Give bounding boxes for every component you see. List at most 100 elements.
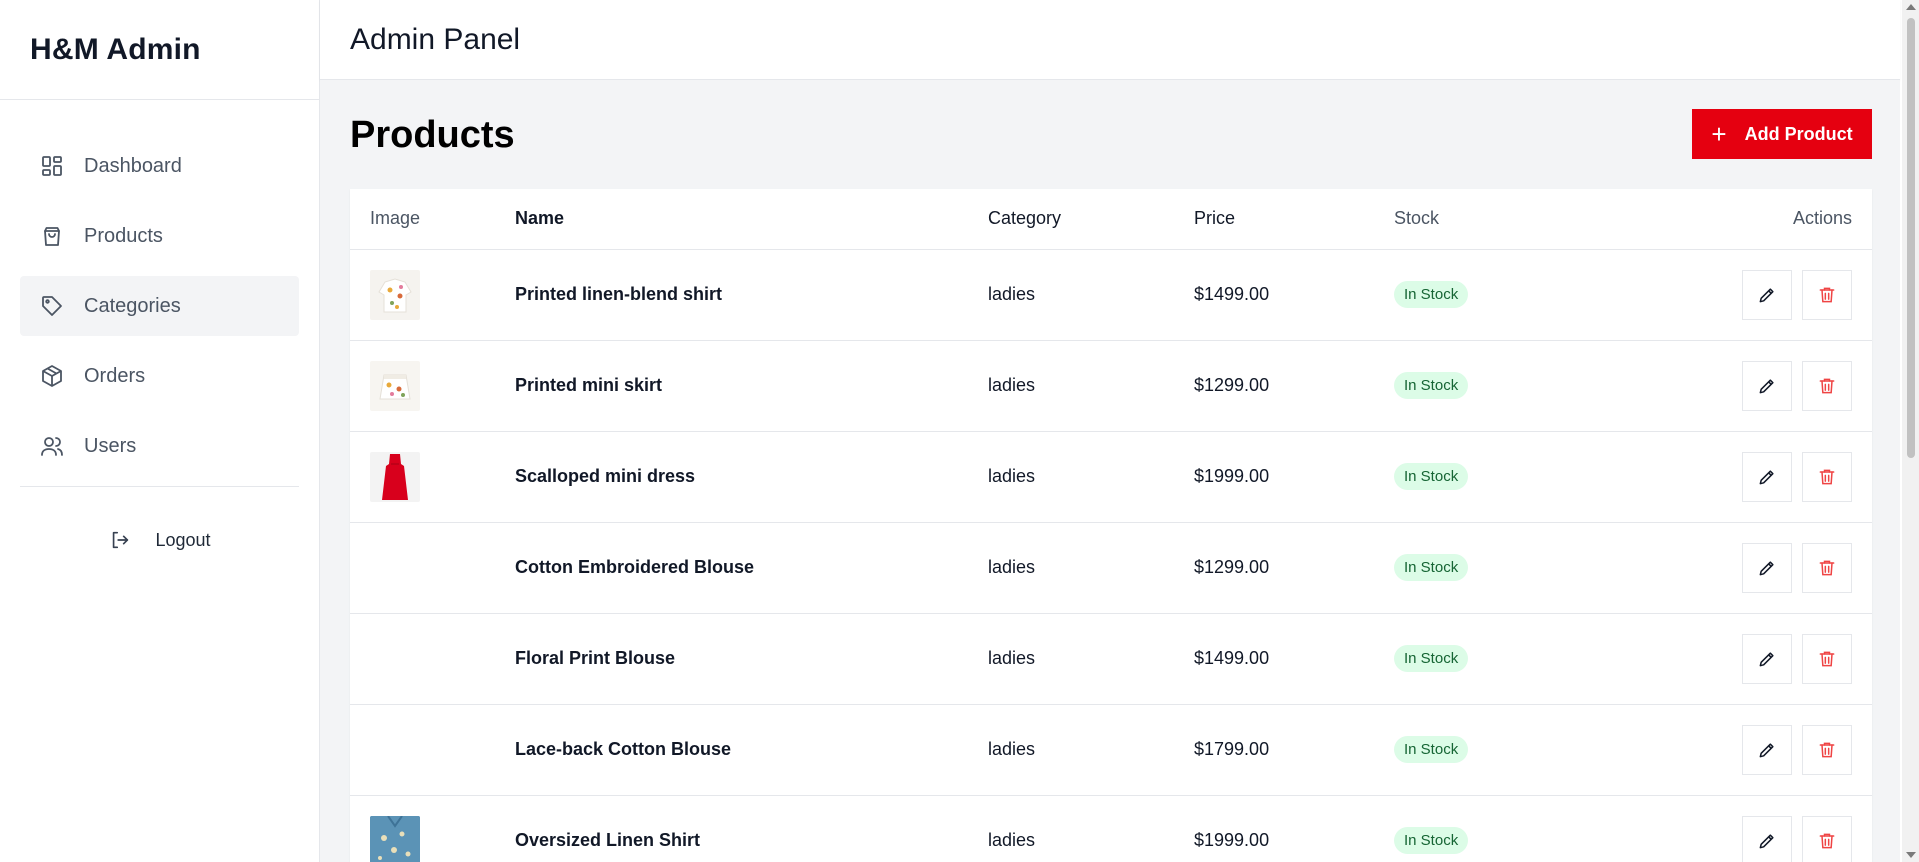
sidebar-item-users[interactable]: Users (20, 416, 299, 476)
stock-badge: In Stock (1394, 645, 1469, 672)
pencil-icon (1759, 469, 1774, 484)
column-header-category: Category (988, 189, 1194, 250)
stock-badge: In Stock (1394, 554, 1469, 581)
column-header-actions: Actions (1644, 189, 1872, 250)
edit-button[interactable] (1742, 269, 1792, 320)
product-price: $1499.00 (1194, 249, 1394, 341)
package-icon (40, 364, 64, 388)
table-row: Cotton Embroidered Blouse ladies $1299.0… (350, 522, 1872, 614)
product-price: $1299.00 (1194, 340, 1394, 432)
sidebar-nav: Dashboard Products Categories Orders Use… (0, 100, 319, 551)
products-table-card: Image Name Category Price Stock Actions (350, 189, 1872, 862)
product-category: ladies (988, 431, 1194, 523)
logout-label: Logout (155, 529, 211, 550)
edit-button[interactable] (1742, 360, 1792, 411)
trash-icon (1819, 560, 1835, 575)
stock-badge: In Stock (1394, 463, 1469, 490)
sidebar-item-label: Users (84, 434, 137, 457)
vertical-scrollbar[interactable] (1902, 0, 1919, 862)
sidebar-item-dashboard[interactable]: Dashboard (20, 136, 299, 196)
edit-button[interactable] (1742, 542, 1792, 593)
product-price: $1999.00 (1194, 795, 1394, 862)
brand: H&M Admin (0, 0, 319, 100)
logout-button[interactable]: Logout (20, 529, 300, 551)
product-name: Floral Print Blouse (515, 613, 988, 705)
product-category: ladies (988, 704, 1194, 796)
sidebar-divider (20, 486, 299, 487)
stock-badge: In Stock (1394, 372, 1469, 399)
sidebar-item-label: Categories (84, 294, 181, 317)
sidebar: H&M Admin Dashboard Products Categories … (0, 0, 320, 862)
scrollbar-thumb[interactable] (1907, 18, 1915, 458)
product-thumbnail (370, 360, 420, 411)
product-name: Cotton Embroidered Blouse (515, 522, 988, 614)
product-category: ladies (988, 613, 1194, 705)
product-thumbnail (370, 451, 420, 502)
sidebar-item-categories[interactable]: Categories (20, 276, 299, 336)
users-icon (40, 434, 64, 458)
table-header-row: Image Name Category Price Stock Actions (350, 189, 1872, 250)
product-category: ladies (988, 249, 1194, 341)
product-price: $1499.00 (1194, 613, 1394, 705)
edit-button[interactable] (1742, 451, 1792, 502)
delete-button[interactable] (1802, 724, 1852, 775)
pencil-icon (1759, 651, 1774, 666)
table-row: Printed mini skirt ladies $1299.00 In St… (350, 340, 1872, 432)
scroll-up-arrow-icon[interactable] (1906, 4, 1916, 10)
trash-icon (1819, 833, 1835, 848)
pencil-icon (1759, 378, 1774, 393)
delete-button[interactable] (1802, 360, 1852, 411)
trash-icon (1819, 287, 1835, 302)
table-row: Printed linen-blend shirt ladies $1499.0… (350, 249, 1872, 341)
delete-button[interactable] (1802, 542, 1852, 593)
trash-icon (1819, 742, 1835, 757)
main-content: Products + Add Product Image Name Catego… (320, 80, 1900, 862)
product-name: Lace-back Cotton Blouse (515, 704, 988, 796)
column-header-price: Price (1194, 189, 1394, 250)
table-row: Lace-back Cotton Blouse ladies $1799.00 … (350, 704, 1872, 796)
table-row: Scalloped mini dress ladies $1999.00 In … (350, 431, 1872, 523)
sidebar-item-label: Dashboard (84, 154, 182, 177)
pencil-icon (1759, 560, 1774, 575)
top-header: Admin Panel (320, 0, 1900, 80)
product-thumbnail (370, 815, 420, 862)
product-thumbnail (370, 725, 420, 775)
table-row: Floral Print Blouse ladies $1499.00 In S… (350, 613, 1872, 705)
product-category: ladies (988, 340, 1194, 432)
delete-button[interactable] (1802, 451, 1852, 502)
delete-button[interactable] (1802, 633, 1852, 684)
delete-button[interactable] (1802, 269, 1852, 320)
pencil-icon (1759, 742, 1774, 757)
sidebar-item-products[interactable]: Products (20, 206, 299, 266)
trash-icon (1819, 651, 1835, 666)
products-table: Image Name Category Price Stock Actions (350, 189, 1872, 862)
trash-icon (1819, 378, 1835, 393)
product-name: Oversized Linen Shirt (515, 795, 988, 862)
product-category: ladies (988, 795, 1194, 862)
stock-badge: In Stock (1394, 736, 1469, 763)
brand-title: H&M Admin (30, 32, 201, 66)
product-price: $1299.00 (1194, 522, 1394, 614)
stock-badge: In Stock (1394, 827, 1469, 854)
product-price: $1999.00 (1194, 431, 1394, 523)
sidebar-item-orders[interactable]: Orders (20, 346, 299, 406)
add-product-button[interactable]: + Add Product (1692, 109, 1872, 159)
edit-button[interactable] (1742, 724, 1792, 775)
column-header-name: Name (515, 189, 988, 250)
scroll-down-arrow-icon[interactable] (1906, 852, 1916, 858)
edit-button[interactable] (1742, 815, 1792, 862)
sidebar-item-label: Products (84, 224, 163, 247)
delete-button[interactable] (1802, 815, 1852, 862)
column-header-image: Image (350, 189, 515, 250)
product-name: Scalloped mini dress (515, 431, 988, 523)
add-product-label: Add Product (1744, 123, 1853, 144)
shopping-bag-icon (40, 224, 64, 248)
edit-button[interactable] (1742, 633, 1792, 684)
product-thumbnail (370, 543, 420, 593)
column-header-stock: Stock (1394, 189, 1644, 250)
product-thumbnail (370, 634, 420, 684)
sidebar-item-label: Orders (84, 364, 146, 387)
product-category: ladies (988, 522, 1194, 614)
product-price: $1799.00 (1194, 704, 1394, 796)
trash-icon (1819, 469, 1835, 484)
